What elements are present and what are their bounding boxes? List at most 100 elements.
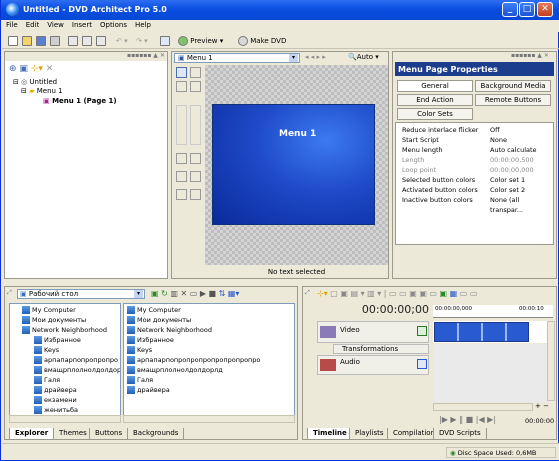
video-track[interactable]: [433, 321, 553, 343]
select-tool-icon[interactable]: [176, 67, 187, 78]
property-value[interactable]: Color set 2: [490, 185, 525, 195]
list-scrollbar[interactable]: [123, 415, 295, 423]
delete-icon[interactable]: ✕: [46, 64, 54, 74]
zoom-buttons[interactable]: + −: [535, 402, 549, 410]
folder-tree-item[interactable]: Мои документы: [22, 316, 86, 324]
play-from-start-icon[interactable]: |▶: [439, 415, 448, 424]
up-folder-icon[interactable]: ▣: [151, 289, 159, 298]
insert-icon[interactable]: ⊹▾: [31, 64, 43, 74]
file-list-item[interactable]: Keys: [127, 346, 152, 354]
transformations-track[interactable]: Transformations: [333, 344, 429, 354]
center-v-icon[interactable]: [190, 153, 201, 164]
property-row[interactable]: Reduce interlace flicker Off: [396, 125, 552, 135]
save-icon[interactable]: [36, 36, 46, 46]
property-row[interactable]: Inactive button colors None (all transpar…: [396, 195, 552, 214]
menu-file[interactable]: File: [2, 20, 22, 30]
play-icon[interactable]: ▶: [450, 415, 456, 424]
folder-tree-item[interactable]: My Computer: [22, 306, 76, 314]
file-list-item[interactable]: вмащрплолнолдолдорлд: [127, 366, 223, 374]
title-safe-icon[interactable]: [160, 36, 170, 46]
tab-backgrounds[interactable]: Backgrounds: [127, 428, 185, 440]
folder-tree-item[interactable]: женитьба: [34, 406, 78, 414]
menu-title-text[interactable]: Menu 1: [279, 129, 316, 139]
file-list-item[interactable]: драйвера: [127, 386, 170, 394]
file-list-item[interactable]: Мои документы: [127, 316, 191, 324]
chevron-down-icon[interactable]: ▾: [289, 54, 298, 62]
menu-view[interactable]: View: [43, 20, 68, 30]
transport-controls[interactable]: |▶ ▶ ‖ ■ |◀ ▶|: [439, 415, 496, 424]
file-list-item[interactable]: арпапарпопропропропропропропро: [127, 356, 260, 364]
panel-grip[interactable]: ▪▪▪▪▪▪ ▲ ✕: [127, 52, 165, 59]
menu-edit[interactable]: Edit: [22, 20, 44, 30]
tab-remote-buttons[interactable]: Remote Buttons: [475, 94, 551, 106]
paste-icon[interactable]: [96, 36, 106, 46]
tree-menu[interactable]: ⊟ ▰ Menu 1: [21, 87, 63, 95]
property-value[interactable]: None: [490, 135, 507, 145]
panel-grip[interactable]: ⤢: [305, 289, 310, 297]
video-clip[interactable]: [434, 322, 529, 342]
property-row[interactable]: Length 00:00:00,500: [396, 155, 552, 165]
audio-track[interactable]: [433, 344, 553, 402]
minimize-button[interactable]: _: [502, 2, 518, 17]
make-dvd-button[interactable]: Make DVD: [238, 35, 286, 47]
property-row[interactable]: Activated button colors Color set 2: [396, 185, 552, 195]
video-track-header[interactable]: Video: [317, 321, 429, 343]
audio-track-header[interactable]: Audio: [317, 355, 429, 375]
timeline-toolbar[interactable]: ⊹▾ ▢ ▣ ▤ ▾ ▥ ▾ | ▭ ▭ ▣ ▣ ▭ ▣ ▦ ▭ ▭: [317, 289, 477, 298]
insert-media-icon[interactable]: ⊹▾: [317, 289, 328, 298]
menu-options[interactable]: Options: [96, 20, 131, 30]
distribute-tools[interactable]: [190, 105, 201, 145]
tab-themes[interactable]: Themes: [53, 428, 93, 440]
folder-tree-item[interactable]: Галя: [34, 376, 60, 384]
tab-explorer[interactable]: Explorer: [9, 428, 55, 440]
tab-background-media[interactable]: Background Media: [475, 80, 551, 92]
property-value[interactable]: 00:00:00,000: [490, 165, 534, 175]
property-row[interactable]: Loop point 00:00:00,000: [396, 165, 552, 175]
tree-menu-page[interactable]: ▣ Menu 1 (Page 1): [43, 97, 117, 105]
property-value[interactable]: Off: [490, 125, 500, 135]
tree-scrollbar[interactable]: [9, 415, 121, 423]
redo-icon[interactable]: ↷ ▾: [136, 35, 148, 47]
property-row[interactable]: Start Script None: [396, 135, 552, 145]
undo-icon[interactable]: ↶ ▾: [116, 35, 128, 47]
property-row[interactable]: Selected button colors Color set 1: [396, 175, 552, 185]
menu-insert[interactable]: Insert: [68, 20, 96, 30]
page-select[interactable]: ▣ Menu 1 ▾: [174, 53, 300, 63]
track-mute-icon[interactable]: [417, 326, 427, 336]
menu-help[interactable]: Help: [131, 20, 155, 30]
group-icon[interactable]: [190, 189, 201, 200]
preview-button[interactable]: Preview ▾: [178, 35, 223, 47]
timeline-vscroll[interactable]: [547, 321, 555, 401]
open-icon[interactable]: [22, 36, 32, 46]
folder-tree[interactable]: My Computer Мои документы Network Neighbor…: [9, 303, 121, 423]
folder-tree-item[interactable]: Network Neighborhood: [22, 326, 107, 334]
tab-playlists[interactable]: Playlists: [349, 428, 390, 440]
zoom-tool-icon[interactable]: ▦: [450, 289, 458, 298]
align-tools[interactable]: [176, 105, 187, 145]
maximize-button[interactable]: □: [519, 2, 535, 17]
folder-tree-item[interactable]: драйвера: [34, 386, 77, 394]
property-value[interactable]: Auto calculate: [490, 145, 537, 155]
panel-grip[interactable]: ▪▪▪▪▪▪ ▲ ✕: [511, 52, 549, 59]
property-value[interactable]: None (all transpar...: [490, 195, 552, 215]
file-list-item[interactable]: Network Neighborhood: [127, 326, 212, 334]
scale-tool-icon[interactable]: [190, 81, 201, 92]
refresh-icon[interactable]: ↻: [161, 289, 168, 298]
timeline-ruler[interactable]: 00:00:00,000 00:00:10: [433, 305, 553, 318]
folder-tree-item[interactable]: Keys: [34, 346, 59, 354]
stop-icon[interactable]: ■: [466, 415, 474, 424]
copy-icon[interactable]: [82, 36, 92, 46]
file-list[interactable]: My Computer Мои документы Network Neighbor…: [123, 303, 295, 423]
pause-icon[interactable]: ‖: [459, 415, 463, 424]
tab-general[interactable]: General: [397, 80, 473, 92]
view-menu-icon[interactable]: ▦▾: [228, 289, 240, 298]
explorer-toolbar[interactable]: ▣ ↻ ▥ ✕ ▭ ▶ ■ ⇅ ▦▾: [151, 289, 239, 298]
property-row[interactable]: Menu length Auto calculate: [396, 145, 552, 155]
tab-end-action[interactable]: End Action: [397, 94, 473, 106]
next-icon[interactable]: ▶|: [487, 415, 496, 424]
panel-grip[interactable]: ⤢: [7, 289, 12, 297]
chevron-down-icon[interactable]: ▾: [134, 290, 143, 298]
grid-tool-icon[interactable]: [190, 67, 201, 78]
zoom-select[interactable]: 🔍Auto ▾: [348, 53, 379, 61]
menu-preview[interactable]: Menu 1: [212, 104, 375, 225]
